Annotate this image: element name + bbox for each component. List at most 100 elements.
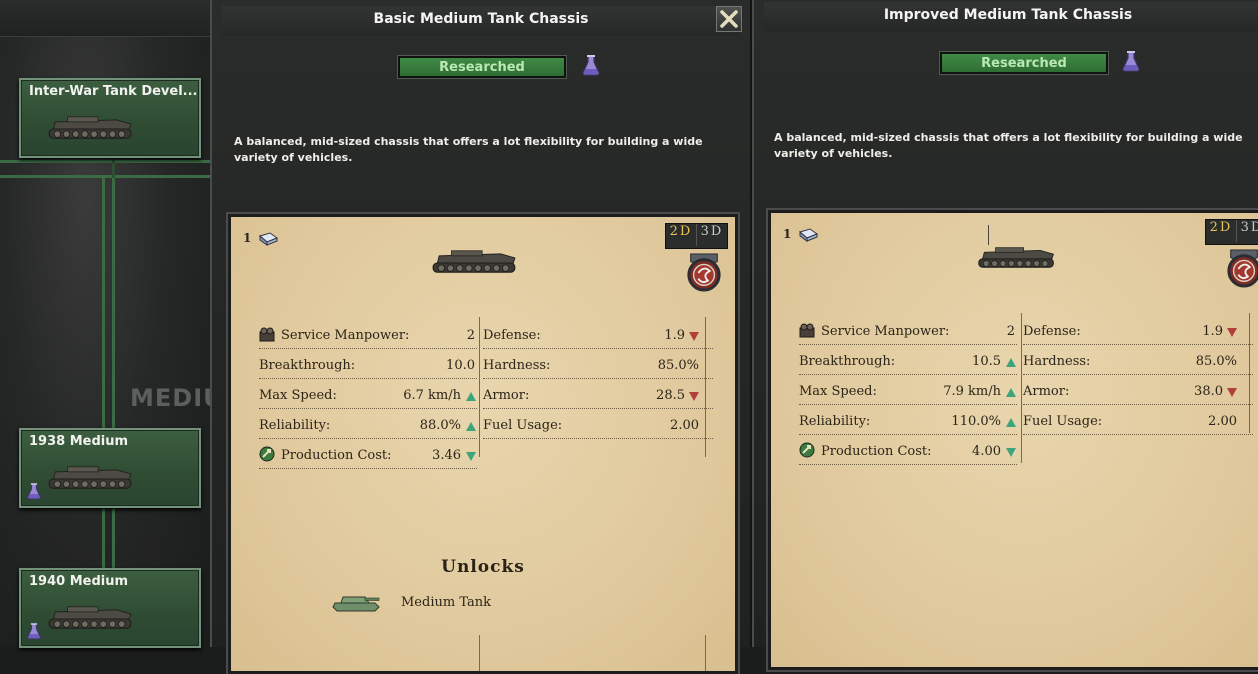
stat-armor: Armor: 38.0 [1023, 380, 1253, 405]
unlock-label: Medium Tank [401, 595, 491, 610]
view-toggle: 2D 3D [665, 223, 728, 249]
stat-value: 2.00 [1208, 414, 1237, 429]
stats-divider [1249, 313, 1250, 433]
stat-label: Hardness: [1023, 354, 1091, 369]
stat-defense: Defense: 1.9 [1023, 320, 1253, 345]
view-3d-toggle[interactable]: 3D [1236, 220, 1258, 242]
decrease-arrow-icon [1227, 388, 1237, 397]
stat-value: 85.0% [657, 358, 699, 373]
increase-arrow-icon [1006, 418, 1016, 427]
stat-label: Reliability: [799, 414, 871, 429]
tank-icon [45, 600, 137, 634]
stats-divider [705, 317, 706, 457]
tech-card-inter-war[interactable]: Inter-War Tank Devel... [19, 78, 201, 158]
stat-hardness: Hardness: 85.0% [483, 354, 713, 379]
tech-detail-panel-improved: Improved Medium Tank Chassis Researched … [752, 0, 1258, 670]
unit-count-value: 1 [243, 231, 252, 245]
tree-connector-horizontal [0, 160, 214, 163]
close-button[interactable] [716, 6, 742, 32]
unit-count-value: 1 [783, 227, 792, 241]
unlock-item-medium-tank[interactable]: Medium Tank [331, 591, 491, 615]
stats-divider [1021, 313, 1022, 463]
tech-card-1940-medium[interactable]: 1940 Medium [19, 568, 201, 648]
tech-card-name: 1938 Medium [29, 434, 129, 449]
stat-value: 4.00 [972, 444, 1001, 459]
stat-value: 1.9 [1202, 324, 1223, 339]
tank-antenna [988, 225, 989, 245]
stats-divider [479, 317, 480, 457]
tech-card-1938-medium[interactable]: 1938 Medium [19, 428, 201, 508]
stat-max-speed: Max Speed: 6.7 km/h [259, 384, 477, 409]
stat-value: 2 [466, 328, 475, 343]
equipment-card: 1 2D 3D Service Manpower: 2 Breakthrough… [768, 210, 1258, 670]
stat-label: Service Manpower: [821, 324, 950, 339]
stat-label: Defense: [483, 328, 541, 343]
flask-icon[interactable] [582, 54, 600, 76]
stat-breakthrough: Breakthrough: 10.0 [259, 354, 477, 379]
decrease-arrow-icon [1006, 448, 1016, 457]
stat-label: Max Speed: [259, 388, 337, 403]
stat-production-cost: Production Cost: 3.46 [259, 444, 477, 469]
stat-label: Breakthrough: [259, 358, 356, 373]
increase-arrow-icon [466, 422, 476, 431]
tech-detail-panel-basic: Basic Medium Tank Chassis Researched A b… [210, 0, 752, 674]
stat-value: 1.9 [664, 328, 685, 343]
stat-label: Breakthrough: [799, 354, 896, 369]
stat-value: 7.9 km/h [943, 384, 1001, 399]
stat-value: 110.0% [951, 414, 1001, 429]
stat-reliability: Reliability: 110.0% [799, 410, 1017, 435]
equipment-card: 1 2D 3D Service Manpower: 2 Breakthrough… [228, 214, 738, 674]
unit-count: 1 [783, 227, 818, 242]
stat-value: 2.00 [670, 418, 699, 433]
increase-arrow-icon [1006, 388, 1016, 397]
researched-status-button[interactable]: Researched [397, 55, 567, 79]
decrease-arrow-icon [466, 452, 476, 461]
tank-icon [45, 110, 137, 144]
tech-description: A balanced, mid-sized chassis that offer… [774, 131, 1243, 160]
production-cost-icon [799, 442, 815, 458]
stat-value: 88.0% [419, 418, 461, 433]
unlocks-title: Unlocks [441, 557, 525, 577]
stat-label: Service Manpower: [281, 328, 410, 343]
stat-label: Armor: [483, 388, 530, 403]
doctrine-badge-icon [1225, 247, 1258, 289]
stat-label: Production Cost: [821, 444, 932, 459]
equipment-chip-icon [798, 228, 818, 242]
stat-fuel-usage: Fuel Usage: 2.00 [483, 414, 713, 439]
stat-fuel-usage: Fuel Usage: 2.00 [1023, 410, 1253, 435]
stat-label: Fuel Usage: [1023, 414, 1103, 429]
flask-icon [27, 622, 41, 640]
doctrine-badge-icon [685, 251, 723, 293]
view-2d-toggle[interactable]: 2D [1206, 220, 1236, 242]
researched-status-button[interactable]: Researched [939, 51, 1109, 75]
view-2d-toggle[interactable]: 2D [666, 224, 696, 246]
decrease-arrow-icon [1227, 328, 1237, 337]
stat-service-manpower: Service Manpower: 2 [799, 320, 1017, 345]
stat-production-cost: Production Cost: 4.00 [799, 440, 1017, 465]
panel-title: Improved Medium Tank Chassis [883, 7, 1133, 23]
tank-model-icon [429, 245, 521, 277]
equipment-chip-icon [258, 232, 278, 246]
decrease-arrow-icon [689, 332, 699, 341]
stat-value: 85.0% [1195, 354, 1237, 369]
stats-divider [705, 635, 706, 671]
tech-tree-top-bar [0, 0, 214, 37]
increase-arrow-icon [466, 392, 476, 401]
stat-label: Fuel Usage: [483, 418, 563, 433]
flask-icon[interactable] [1122, 50, 1140, 72]
stats-divider [479, 635, 480, 671]
unit-count: 1 [243, 231, 278, 246]
stat-defense: Defense: 1.9 [483, 324, 713, 349]
stat-service-manpower: Service Manpower: 2 [259, 324, 477, 349]
close-icon [720, 10, 738, 28]
increase-arrow-icon [1006, 358, 1016, 367]
tree-connector-horizontal-2 [0, 175, 214, 178]
tank-model-icon [975, 241, 1059, 273]
tech-description: A balanced, mid-sized chassis that offer… [234, 135, 703, 164]
flask-icon [27, 482, 41, 500]
tank-icon [45, 460, 137, 494]
stat-value: 3.46 [432, 448, 461, 463]
manpower-icon [259, 326, 275, 342]
view-3d-toggle[interactable]: 3D [696, 224, 727, 246]
stat-hardness: Hardness: 85.0% [1023, 350, 1253, 375]
